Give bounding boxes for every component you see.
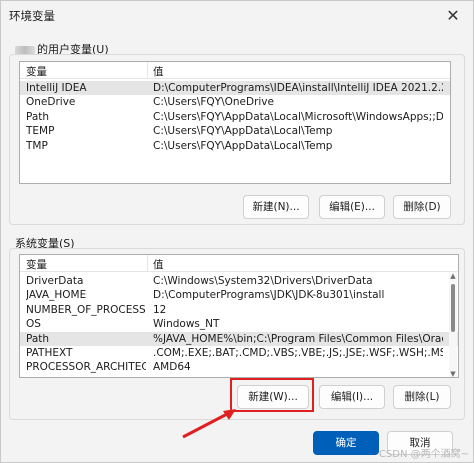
- system-variables-list[interactable]: 变量 值 DriverData C:\Windows\System32\Drive…: [19, 254, 459, 378]
- variable-value-cell: C:\Users\FQY\AppData\Local\Microsoft\Win…: [153, 110, 443, 123]
- table-row[interactable]: PATHEXT .COM;.EXE;.BAT;.CMD;.VBS;.VBE;.JS…: [20, 346, 458, 360]
- variable-name-cell: TMP: [26, 139, 48, 152]
- variable-value-cell: 12: [153, 303, 167, 316]
- variable-value-cell: C:\Users\FQY\AppData\Local\Temp: [153, 125, 333, 138]
- table-row[interactable]: TEMP C:\Users\FQY\AppData\Local\Temp: [20, 124, 450, 138]
- close-icon[interactable]: ✕: [443, 6, 463, 26]
- table-row[interactable]: IntelliJ IDEA D:\ComputerPrograms\IDEA\in…: [20, 81, 450, 95]
- column-header-variable[interactable]: 变量: [26, 257, 47, 272]
- variable-name-cell: IntelliJ IDEA: [26, 82, 87, 94]
- column-divider[interactable]: [147, 255, 148, 272]
- variable-name-cell: NUMBER_OF_PROCESSORS: [26, 303, 146, 316]
- system-edit-button[interactable]: 编辑(I)...: [319, 385, 385, 409]
- variable-name-cell: PROCESSOR_ARCHITECTURE: [26, 361, 146, 374]
- ok-button[interactable]: 确定: [313, 431, 379, 455]
- table-row[interactable]: JAVA_HOME D:\ComputerPrograms\JDK\JDK-8u3…: [20, 288, 458, 302]
- scrollbar-thumb[interactable]: [451, 284, 455, 332]
- variable-value-cell: C:\Windows\System32\Drivers\DriverData: [153, 275, 373, 287]
- watermark: CSDN @两个酒窝~: [378, 449, 469, 460]
- system-list-header: 变量 值: [20, 255, 458, 272]
- variable-name-cell: PATHEXT: [26, 347, 73, 359]
- user-variables-list[interactable]: 变量 值 IntelliJ IDEA D:\ComputerPrograms\ID…: [19, 61, 451, 184]
- variable-value-cell: D:\ComputerPrograms\IDEA\install\Intelli…: [153, 82, 443, 94]
- user-delete-button[interactable]: 删除(D): [393, 195, 451, 219]
- column-header-value[interactable]: 值: [153, 64, 164, 79]
- variable-value-cell: Windows_NT: [153, 318, 220, 331]
- variable-value-cell: C:\Users\FQY\AppData\Local\Temp: [153, 139, 333, 152]
- table-row[interactable]: OneDrive C:\Users\FQY\OneDrive: [20, 95, 450, 109]
- annotation-arrow-icon: [182, 409, 236, 439]
- variable-value-cell: C:\Users\FQY\OneDrive: [153, 96, 274, 109]
- table-row[interactable]: DriverData C:\Windows\System32\Drivers\Dr…: [20, 274, 458, 288]
- scroll-down-icon[interactable]: ▼: [449, 370, 457, 377]
- environment-variables-dialog: 环境变量 ✕ 的用户变量(U) 变量 值 IntelliJ IDEA D:\Com…: [0, 0, 474, 463]
- column-header-value[interactable]: 值: [153, 257, 164, 272]
- table-row[interactable]: Path %JAVA_HOME%\bin;C:\Program Files\Com…: [20, 331, 458, 346]
- system-delete-button[interactable]: 删除(L): [393, 385, 451, 409]
- scroll-up-icon[interactable]: ▲: [449, 272, 457, 280]
- title-bar: 环境变量 ✕: [1, 1, 473, 31]
- variable-name-cell: DriverData: [26, 275, 84, 287]
- table-row[interactable]: OS Windows_NT: [20, 317, 458, 331]
- table-row[interactable]: PROCESSOR_ARCHITECTURE AMD64: [20, 360, 458, 374]
- column-divider[interactable]: [147, 62, 148, 79]
- window-title: 环境变量: [9, 9, 55, 23]
- user-new-button[interactable]: 新建(N)...: [243, 195, 309, 219]
- variable-name-cell: Path: [26, 332, 50, 345]
- system-list-scrollbar[interactable]: ▲ ▼: [449, 272, 457, 377]
- user-edit-button[interactable]: 编辑(E)...: [319, 195, 385, 219]
- column-header-variable[interactable]: 变量: [26, 64, 47, 79]
- variable-name-cell: Path: [26, 110, 50, 123]
- variable-name-cell: OS: [26, 318, 41, 331]
- variable-value-cell: .COM;.EXE;.BAT;.CMD;.VBS;.VBE;.JS;.JSE;.…: [153, 347, 443, 359]
- variable-name-cell: TEMP: [26, 125, 55, 138]
- variable-name-cell: PROCESSOR_IDENTIFIER: [26, 376, 146, 377]
- table-row[interactable]: TMP C:\Users\FQY\AppData\Local\Temp: [20, 139, 450, 153]
- variable-name-cell: JAVA_HOME: [26, 289, 87, 302]
- table-row[interactable]: Path C:\Users\FQY\AppData\Local\Microsoft…: [20, 110, 450, 124]
- variable-name-cell: OneDrive: [26, 96, 76, 109]
- annotation-highlight-box: [230, 378, 314, 412]
- variable-value-cell: %JAVA_HOME%\bin;C:\Program Files\Common …: [153, 332, 443, 345]
- table-row[interactable]: NUMBER_OF_PROCESSORS 12: [20, 303, 458, 317]
- user-list-header: 变量 值: [20, 62, 450, 79]
- variable-value-cell: D:\ComputerPrograms\JDK\JDK-8u301\instal…: [153, 289, 385, 302]
- variable-value-cell: AMD64: [153, 361, 191, 374]
